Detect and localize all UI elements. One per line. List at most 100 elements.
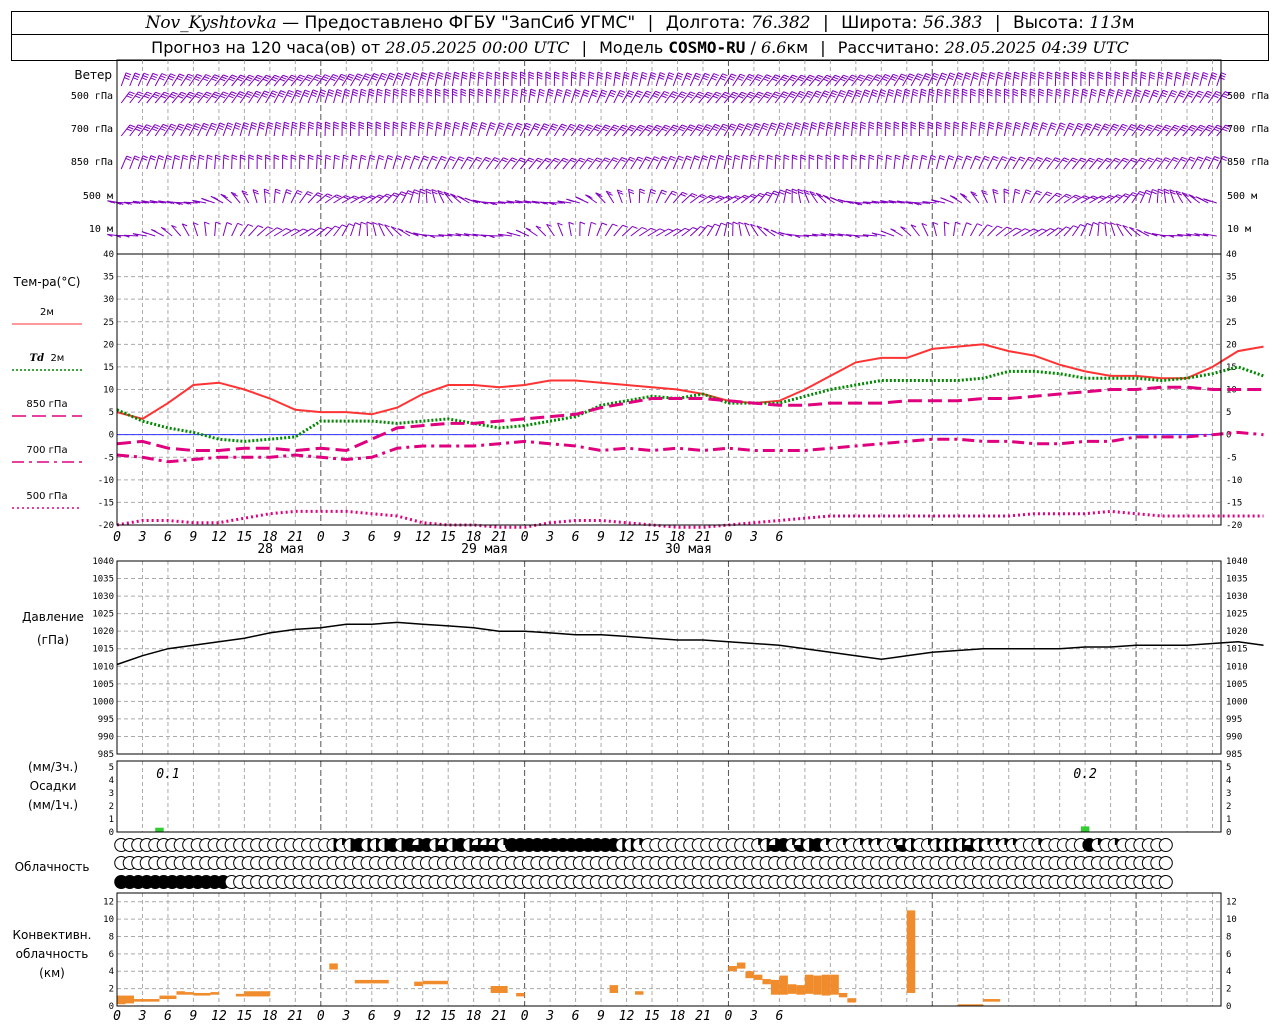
wind-barb-feather [786,188,792,192]
wind-barb [205,155,208,170]
wind-barb-feather [412,76,418,80]
wind-barb-feather [193,127,199,131]
wind-barb-feather [144,126,151,130]
wind-barb-feather [349,73,355,77]
wind-barb-feather [721,75,727,79]
date-label: 30 мая [665,542,712,557]
wind-barb-feather [1139,190,1145,194]
wind-barb-feather [928,93,935,97]
wind-barb-feather [937,91,943,95]
wind-barb-feather [633,71,639,75]
wind-barb-feather [1149,76,1155,80]
conv-x-tick: 6 [775,1009,783,1024]
wind-barb-feather [308,154,314,158]
wind-barb-feather [886,154,892,158]
wind-barb-feather [379,77,385,81]
wind-barb-feather [1188,92,1194,96]
wind-barb-feather [908,75,914,79]
date-label: 28 мая [257,542,304,557]
wind-barb-feather [746,78,752,82]
wind-barb [460,122,465,137]
wind-barb [1182,72,1186,87]
wind-barb-feather [333,126,339,130]
wind-barb [757,155,760,170]
wind-barb-feather [142,155,148,159]
cloud-symbol [1158,838,1173,852]
wind-barb-feather [401,93,408,97]
wind-barb-feather [537,71,543,75]
cloud-symbol [1158,856,1173,870]
wind-barb-feather [405,72,412,76]
wind-barb-feather [1076,127,1082,131]
conv-bar [787,984,797,994]
wind-barb-feather [748,93,754,97]
wind-barb-feather [247,90,254,94]
wind-barb-feather [970,88,976,92]
wind-barb-feather [916,75,922,79]
wind-barb-feather [153,93,160,97]
wind-barb-feather [728,127,734,131]
wind-barb-feather [729,75,736,79]
wind-barb-feather [554,157,561,161]
wind-barb [952,222,956,237]
wind-barb [834,122,837,137]
wind-barb-feather [462,74,468,78]
wind-barb-feather [932,75,939,79]
wind-barb-feather [987,93,993,97]
wind-barb-feather [287,92,293,96]
wind-barb-feather [219,122,225,126]
wind-barb-feather [591,94,597,98]
wind-barb-feather [1152,188,1158,192]
wind-barb-feather [805,95,811,98]
wind-barb-feather [1123,71,1129,75]
wind-barb-feather [704,95,710,99]
temp-x-tick: 3 [341,530,350,545]
wind-barb-feather [975,155,981,159]
wind-barb-feather [779,191,785,195]
wind-barb [426,72,431,87]
wind-barb-feather [612,126,618,130]
wind-barb [1037,122,1044,137]
wind-barb-feather [428,121,434,125]
wind-barb-feather [348,223,354,227]
wind-barb-feather [688,93,694,97]
wind-barb-feather [228,95,234,99]
wind-barb-feather [835,126,841,130]
wind-barb-feather [453,74,460,78]
wind-barb-feather [577,126,584,130]
wind-barb-feather [868,124,875,127]
wind-barb-feather [819,121,826,125]
wind-barb-feather [1079,159,1085,163]
wind-barb-feather [179,93,185,97]
wind-barb-feather [904,154,910,158]
conv-x-tick: 0 [725,1009,733,1024]
wind-barb-feather [566,89,572,92]
wind-barb [797,189,802,204]
wind-barb-feather [201,127,207,131]
wind-barb-feather [537,76,543,80]
wind-barb-feather [476,156,483,160]
pres-tick-left: 1000 [92,697,114,707]
wind-barb-feather [886,157,892,161]
wind-barb-feather [1193,74,1199,78]
wind-barb-feather [136,126,142,130]
conv-bar [235,993,245,997]
wind-barb-feather [989,74,995,78]
wind-barb-feather [1154,89,1160,93]
conv-bar [516,992,525,997]
wind-barb-feather [852,121,858,125]
wind-barb-feather [276,121,282,125]
wind-barb-feather [1009,158,1016,162]
wind-barb-feather [610,89,617,93]
wind-barb-feather [258,126,265,130]
wind-barb-feather [399,193,406,197]
wind-barb-feather [124,77,130,81]
wind-barb-feather [957,72,964,76]
wind-barb-feather [1145,189,1152,193]
wind-barb-feather [280,90,286,94]
wind-barb-feather [488,126,495,130]
wind-barb-feather [707,91,713,95]
wind-barb-feather [134,128,141,132]
wind-barb [1029,122,1035,137]
temp-x-tick: 3 [138,530,147,545]
